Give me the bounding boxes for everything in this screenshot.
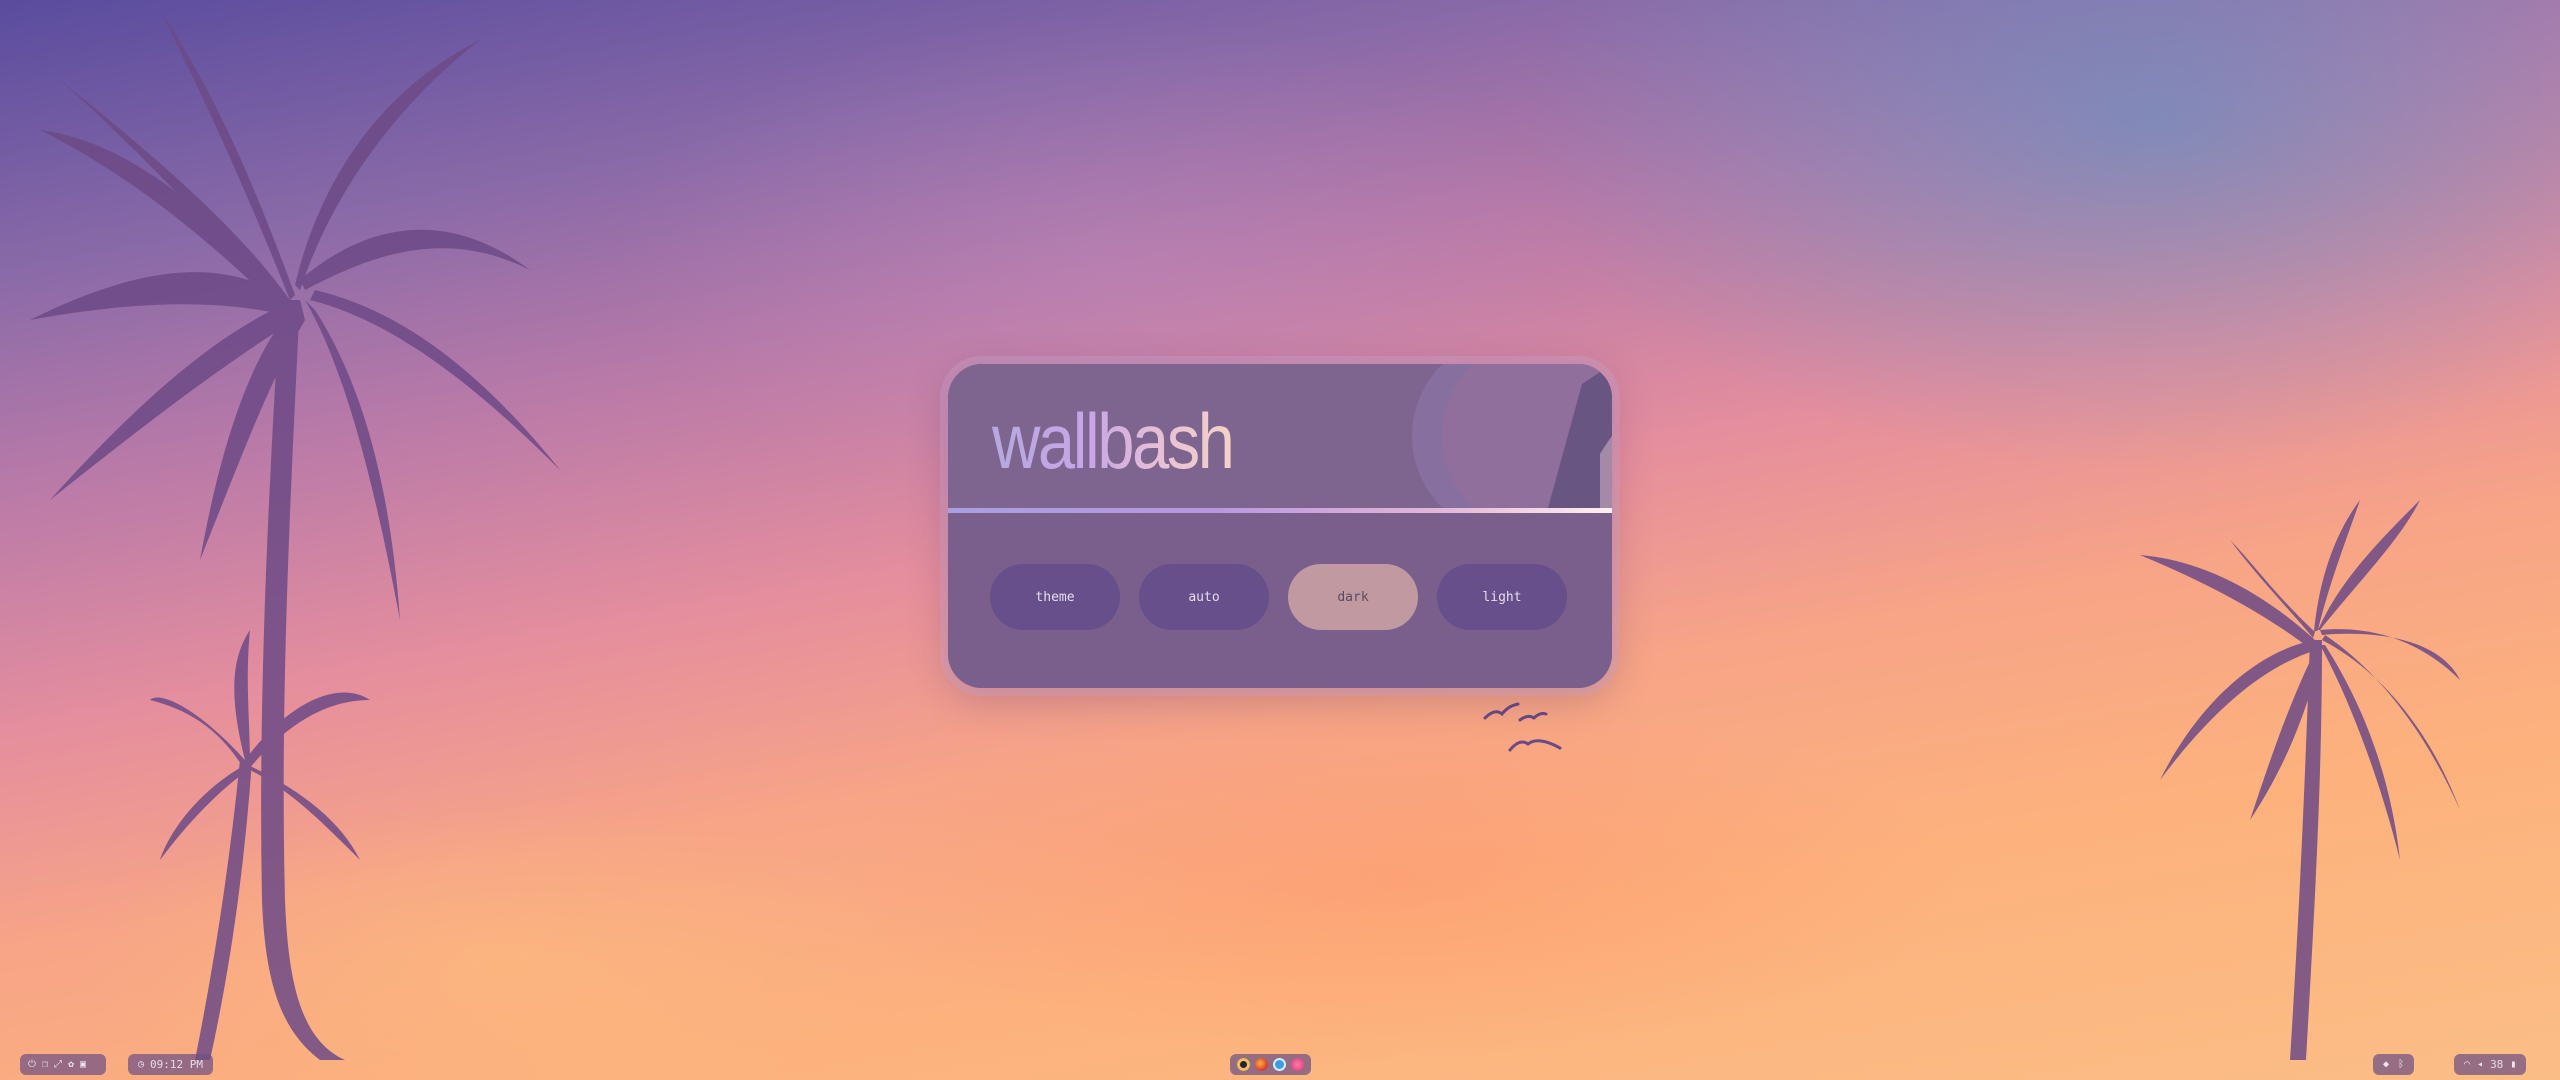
cat-terminal-icon[interactable] <box>1237 1058 1250 1071</box>
wallbash-logo: wallbash <box>992 397 1235 485</box>
volume-icon[interactable]: ◂ <box>2477 1059 2483 1070</box>
launcher-module: ⏻ ❐ ⤢ ✿ ▣ <box>20 1054 106 1075</box>
github-icon[interactable]: ◆ <box>2383 1059 2389 1070</box>
clock-time: 09:12 PM <box>150 1058 204 1071</box>
clock-module[interactable]: ◷ 09:12 PM <box>128 1054 214 1075</box>
heart-app-icon[interactable] <box>1291 1058 1304 1071</box>
wifi-icon[interactable]: ◠ <box>2464 1059 2470 1070</box>
mode-buttons: theme auto dark light <box>990 564 1567 630</box>
wallpaper-icon[interactable]: ▣ <box>80 1059 86 1070</box>
auto-button[interactable]: auto <box>1139 564 1269 630</box>
window-icon[interactable]: ❐ <box>42 1059 48 1070</box>
taskbar-apps <box>1230 1054 1311 1075</box>
volume-level[interactable]: 38 <box>2490 1058 2503 1071</box>
palette-icon[interactable]: ✿ <box>68 1059 74 1070</box>
light-button[interactable]: light <box>1437 564 1567 630</box>
mic-icon[interactable]: ▮ <box>2510 1059 2516 1070</box>
card-header: wallbash <box>948 364 1612 508</box>
firefox-icon[interactable] <box>1255 1058 1268 1071</box>
status-module: ◠ ◂ 38 ▮ <box>2454 1054 2527 1075</box>
wallpaper-thumbnail-icon <box>1372 364 1612 508</box>
dark-button[interactable]: dark <box>1288 564 1418 630</box>
expand-icon[interactable]: ⤢ <box>54 1059 62 1070</box>
wallbash-theme-card: wallbash theme auto dark light <box>948 364 1612 688</box>
clock-icon: ◷ <box>138 1058 145 1070</box>
power-icon[interactable]: ⏻ <box>28 1059 36 1070</box>
tray-module: ◆ ᛒ <box>2373 1054 2415 1075</box>
bluetooth-icon[interactable]: ᛒ <box>2398 1059 2404 1070</box>
theme-button[interactable]: theme <box>990 564 1120 630</box>
birds-decoration <box>1483 702 1562 752</box>
telegram-icon[interactable] <box>1273 1058 1286 1071</box>
